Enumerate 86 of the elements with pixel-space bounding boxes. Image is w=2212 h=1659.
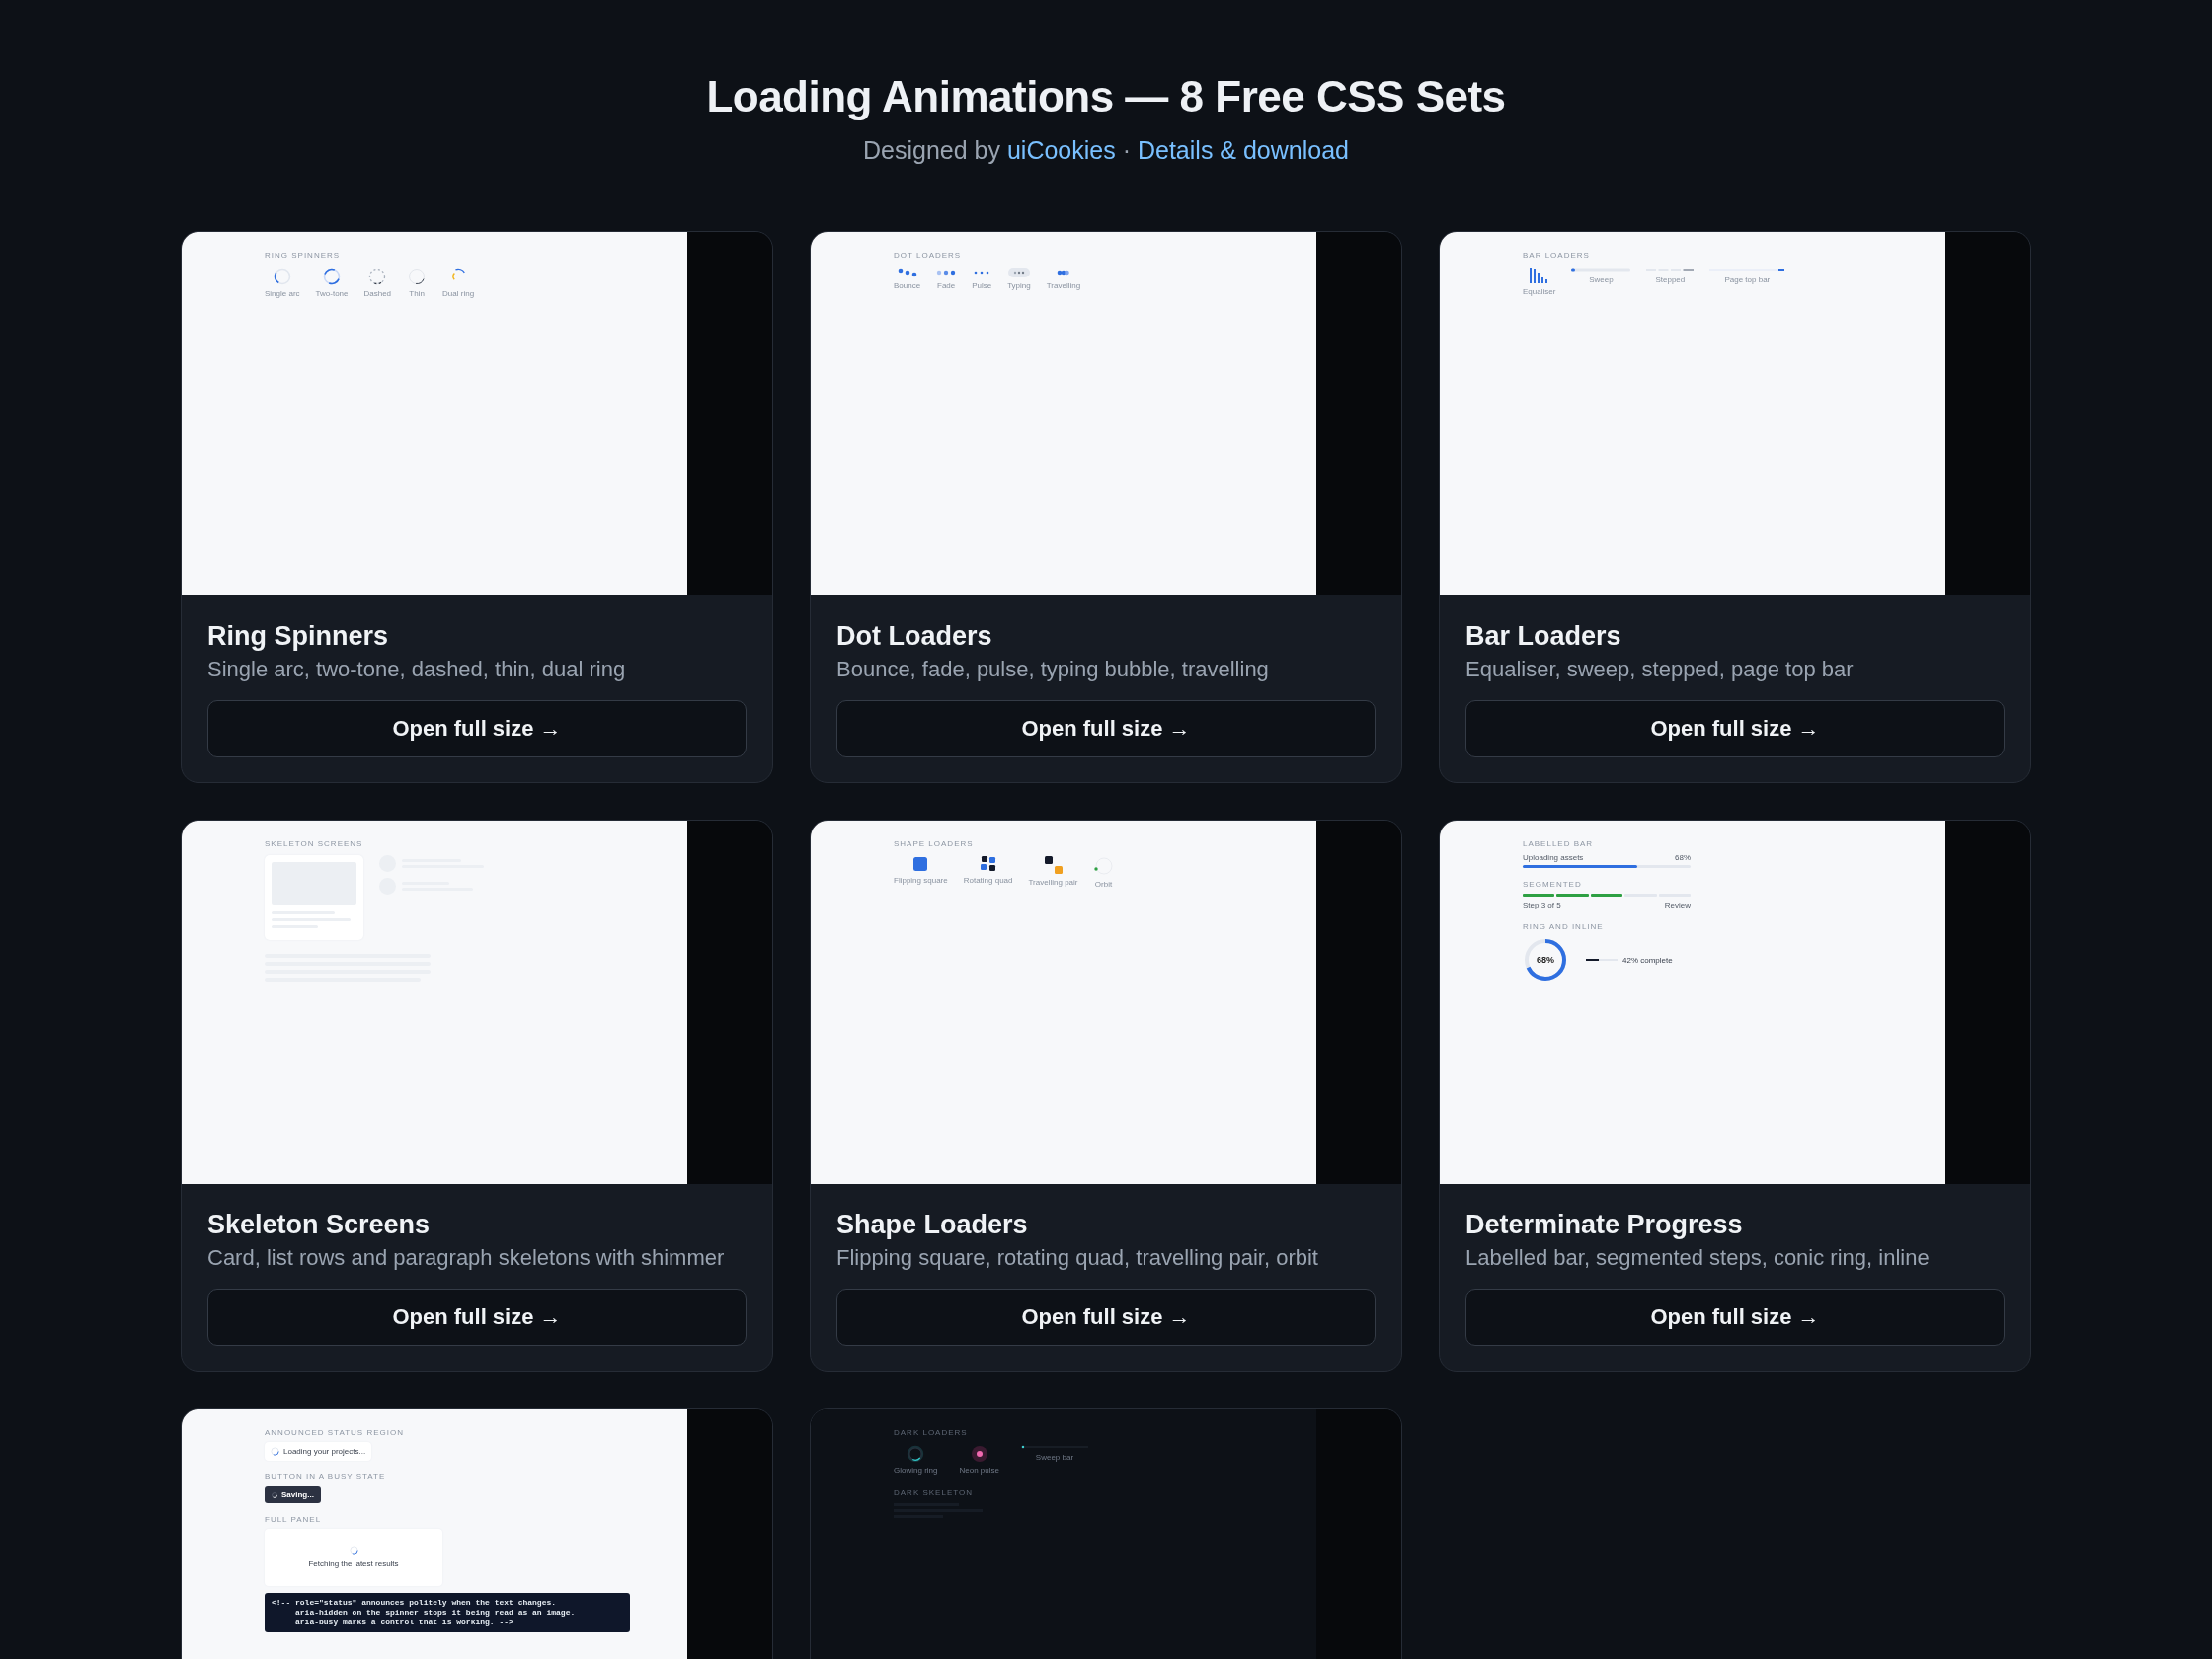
- section-heading: RING SPINNERS: [265, 251, 342, 261]
- card-description: Flipping square, rotating quad, travelling pair, orbit: [836, 1244, 1319, 1272]
- card-title: Ring Spinners: [207, 620, 389, 653]
- subtitle: Designed by uiCookies · Details & download: [863, 135, 1349, 166]
- inline-progress-bar: [1586, 959, 1618, 961]
- open-button[interactable]: Open full size →: [1465, 700, 2005, 757]
- spinner-icon: [368, 268, 387, 285]
- code-block: <!-- role="status" announces politely when the text changes. aria-hidden on the spinner stops it being read as an image. aria-busy marks a control that is working. -->: [265, 1593, 630, 1632]
- open-button[interactable]: Open full size →: [207, 700, 747, 757]
- step-label: Review: [1664, 901, 1691, 910]
- section-heading: SKELETON SCREENS: [265, 839, 364, 849]
- page-title: Loading Animations — 8 Free CSS Sets: [706, 71, 1506, 122]
- designer-link[interactable]: uiCookies: [1006, 136, 1116, 164]
- spinner-icon: [271, 1447, 279, 1456]
- spinner-icon: [907, 1445, 925, 1462]
- spinner-icon: [272, 1491, 277, 1498]
- section-heading: SHAPE LOADERS: [894, 839, 975, 849]
- loader-label: Equaliser: [1523, 287, 1556, 297]
- section-heading: SEGMENTED: [1523, 880, 1583, 890]
- section-heading: FULL PANEL: [265, 1515, 323, 1525]
- progress-label: Uploading assets: [1523, 853, 1584, 863]
- pulse-dot-icon: [970, 1445, 988, 1462]
- dots-icon: [936, 268, 957, 277]
- typing-bubble-icon: [1007, 268, 1030, 277]
- equaliser-icon: [1529, 268, 1549, 283]
- card-title: Skeleton Screens: [207, 1209, 432, 1241]
- loader-label: Sweep bar: [1035, 1453, 1074, 1462]
- loader-label: Two-tone: [315, 289, 349, 299]
- section-heading: DARK LOADERS: [894, 1428, 969, 1438]
- squares-icon: [980, 856, 996, 872]
- spinner-icon: [273, 268, 291, 285]
- loader-label: Neon pulse: [959, 1466, 999, 1476]
- step-label: Step 3 of 5: [1523, 901, 1561, 910]
- spinner-icon: [349, 1546, 358, 1555]
- progress-reading: 42% complete: [1622, 955, 1673, 965]
- card-description: Equaliser, sweep, stepped, page top bar: [1465, 656, 1855, 683]
- dots-icon: [897, 268, 917, 277]
- progress-reading: 68%: [1675, 853, 1691, 863]
- loader-label: Typing: [1007, 281, 1031, 291]
- card-title: Shape Loaders: [836, 1209, 1029, 1241]
- card-description: Labelled bar, segmented steps, conic ring, inline: [1465, 1244, 1931, 1272]
- loader-label: Travelling: [1046, 281, 1081, 291]
- section-heading: LABELLED BAR: [1523, 839, 1595, 849]
- loader-label: Orbit: [1094, 880, 1113, 890]
- open-button[interactable]: Open full size →: [836, 700, 1376, 757]
- section-heading: RING AND INLINE: [1523, 922, 1605, 932]
- spinner-icon: [408, 268, 427, 285]
- section-heading: ANNOUNCED STATUS REGION: [265, 1428, 405, 1438]
- loader-label: Fade: [937, 281, 956, 291]
- loader-label: Glowing ring: [894, 1466, 938, 1476]
- square-icon: [912, 856, 929, 872]
- loader-label: Rotating quad: [963, 876, 1013, 886]
- panel-text: Fetching the latest results: [308, 1559, 399, 1568]
- open-button[interactable]: Open full size →: [207, 1289, 747, 1346]
- card-title: Bar Loaders: [1465, 620, 1622, 653]
- card-description: Bounce, fade, pulse, typing bubble, travelling: [836, 656, 1270, 683]
- loader-label: Travelling pair: [1028, 878, 1078, 888]
- loader-label: Sweep: [1589, 276, 1614, 285]
- loader-label: Dual ring: [442, 289, 475, 299]
- open-button[interactable]: Open full size →: [1465, 1289, 2005, 1346]
- loader-label: Thin: [409, 289, 425, 299]
- spinner-icon: [323, 268, 342, 285]
- loader-label: Flipping square: [894, 876, 948, 886]
- card-description: Single arc, two-tone, dashed, thin, dual ring: [207, 656, 627, 683]
- card-description: Card, list rows and paragraph skeletons with shimmer: [207, 1244, 726, 1272]
- loader-label: Single arc: [265, 289, 300, 299]
- squares-icon: [1044, 856, 1063, 874]
- saving-button[interactable]: Saving...: [265, 1486, 321, 1503]
- section-heading: DARK SKELETON: [894, 1488, 974, 1498]
- progress-ring: [1523, 937, 1568, 983]
- orbit-icon: [1093, 856, 1114, 876]
- status-text: Loading your projects...: [283, 1447, 366, 1456]
- section-heading: BUTTON IN A BUSY STATE: [265, 1472, 387, 1482]
- loader-label: Stepped: [1655, 276, 1686, 285]
- loader-label: Bounce: [894, 281, 921, 291]
- open-button[interactable]: Open full size →: [836, 1289, 1376, 1346]
- section-heading: BAR LOADERS: [1523, 251, 1591, 261]
- ring-reading: 68%: [1537, 955, 1554, 965]
- details-link[interactable]: Details & download: [1137, 136, 1349, 164]
- loader-label: Page top bar: [1724, 276, 1771, 285]
- loader-label: Dashed: [363, 289, 392, 299]
- card-title: Dot Loaders: [836, 620, 993, 653]
- loader-label: Pulse: [972, 281, 992, 291]
- card-title: Determinate Progress: [1465, 1209, 1744, 1241]
- dots-icon: [1056, 268, 1070, 277]
- section-heading: DOT LOADERS: [894, 251, 963, 261]
